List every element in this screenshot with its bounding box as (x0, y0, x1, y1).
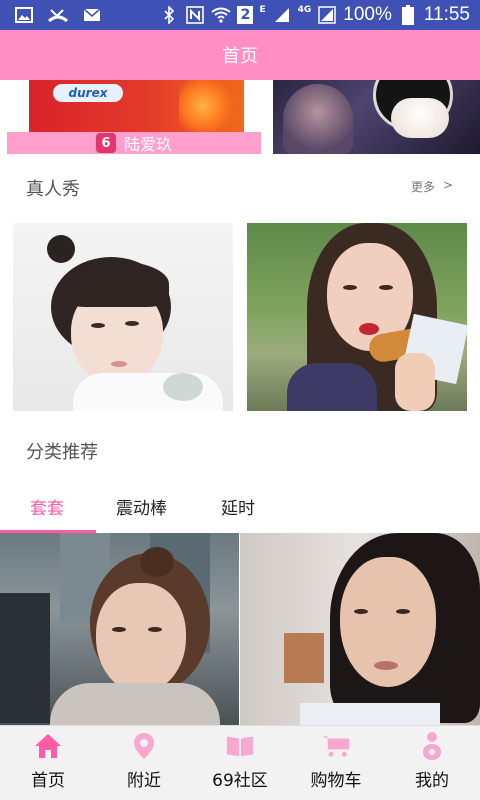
mail-icon (82, 5, 102, 25)
cart-icon (322, 732, 350, 760)
brand-logo-icon: 6 (95, 133, 116, 153)
durex-product-image: durex (29, 80, 244, 132)
tab-delay[interactable]: 延时 (221, 494, 255, 519)
network-type-4g: 4G (297, 5, 312, 15)
gallery-icon (14, 5, 34, 25)
status-bar: 2 E 4G 100% 11:55 (0, 0, 480, 30)
network-type-e: E (259, 5, 266, 15)
brand-name: 陆爱玖 (123, 135, 172, 154)
model-figure (283, 84, 353, 154)
user-icon (418, 732, 446, 760)
flame-graphic (179, 80, 239, 132)
nav-label-community: 69社区 (212, 771, 268, 791)
tab-vibrator[interactable]: 震动棒 (116, 494, 167, 519)
book-icon (226, 732, 254, 760)
battery-percent: 100% (343, 4, 392, 25)
clock: 11:55 (423, 4, 470, 25)
bluetooth-icon (159, 5, 179, 25)
nav-item-community[interactable]: 69社区 (192, 726, 288, 800)
banner-carousel[interactable]: durex 6 陆爱玖 (0, 80, 480, 156)
wifi-icon (211, 5, 232, 25)
device-dome (391, 98, 449, 138)
section-title-real-show: 真人秀 (26, 179, 80, 200)
signal-icon-2 (317, 5, 337, 25)
sim-badge: 2 (237, 6, 254, 24)
product-photo-1[interactable] (0, 533, 239, 725)
more-arrow-icon: > (443, 178, 454, 192)
nav-item-nearby[interactable]: 附近 (96, 726, 192, 800)
section-title-category: 分类推荐 (26, 442, 98, 463)
nav-label-nearby: 附近 (127, 771, 161, 791)
nav-label-home: 首页 (31, 771, 65, 791)
signal-icon-1 (272, 5, 292, 25)
page-title: 首页 (222, 46, 258, 67)
more-label: 更多 (411, 180, 436, 194)
location-pin-icon (130, 732, 158, 760)
missed-call-icon (48, 5, 68, 25)
nav-item-cart[interactable]: 购物车 (288, 726, 384, 800)
durex-logo: durex (53, 84, 123, 102)
real-show-photo-1[interactable] (13, 223, 233, 411)
battery-icon (398, 5, 418, 25)
nav-label-mine: 我的 (415, 771, 449, 791)
nav-item-mine[interactable]: 我的 (384, 726, 480, 800)
brand-strip: 6 陆爱玖 (7, 132, 261, 154)
tab-condom[interactable]: 套套 (30, 494, 64, 519)
app-bar: 首页 (0, 30, 480, 80)
real-show-photo-2[interactable] (247, 223, 467, 411)
more-link[interactable]: 更多 > (411, 178, 453, 195)
product-photo-2[interactable] (240, 533, 480, 725)
nav-label-cart: 购物车 (310, 771, 362, 791)
banner-slide-durex[interactable]: durex 6 陆爱玖 (7, 80, 261, 156)
nav-item-home[interactable]: 首页 (0, 726, 96, 800)
nfc-icon (185, 5, 205, 25)
home-icon (34, 732, 62, 760)
bottom-nav: 首页 附近 69社区 购物车 我的 (0, 725, 480, 800)
banner-slide-device[interactable] (273, 80, 480, 154)
